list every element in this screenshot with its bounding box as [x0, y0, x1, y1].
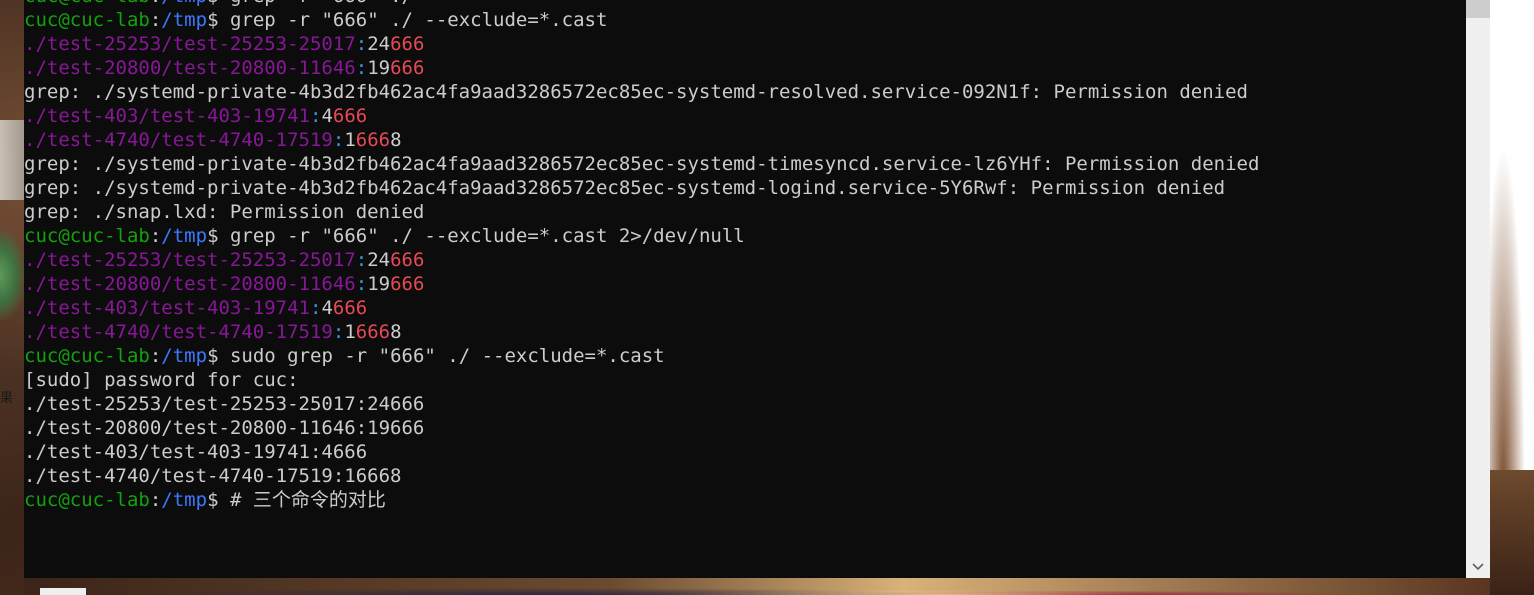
terminal-text-plain: $ sudo grep -r "666" ./ --exclude=*.cast	[207, 345, 665, 367]
terminal-output: cuc@cuc-lab:/tmp$ grep -r "666" ./cuc@cu…	[24, 0, 1464, 512]
terminal-text-path: /tmp	[161, 345, 208, 367]
terminal-text-path: /tmp	[161, 489, 208, 511]
terminal-text-match: 666	[390, 249, 425, 271]
terminal-text-sep: :	[332, 321, 345, 343]
terminal-line: grep: ./systemd-private-4b3d2fb462ac4fa9…	[24, 80, 1464, 104]
wallpaper-right-lower	[1490, 470, 1534, 595]
terminal-text-file: ./test-25253/test-25253-25017	[24, 33, 356, 55]
terminal-text-plain: $ grep -r "666" ./ --exclude=*.cast 2>/d…	[207, 225, 745, 247]
terminal-text-sep: :	[332, 129, 345, 151]
terminal-text-file: ./test-20800/test-20800-11646	[24, 273, 356, 295]
terminal-line: grep: ./snap.lxd: Permission denied	[24, 200, 1464, 224]
terminal-text-plain: ./test-20800/test-20800-11646:19666	[24, 417, 425, 439]
terminal-line: ./test-20800/test-20800-11646:19666	[24, 56, 1464, 80]
wallpaper-bottom	[24, 578, 1490, 595]
terminal-line: grep: ./systemd-private-4b3d2fb462ac4fa9…	[24, 176, 1464, 200]
terminal-text-file: ./test-4740/test-4740-17519	[24, 129, 333, 151]
terminal-line: ./test-20800/test-20800-11646:19666	[24, 272, 1464, 296]
terminal-text-plain: :	[149, 225, 162, 247]
terminal-text-plain: grep: ./snap.lxd: Permission denied	[24, 201, 425, 223]
terminal-text-plain: 19	[367, 57, 391, 79]
terminal-text-plain: 24	[367, 33, 391, 55]
terminal-text-plain: 8	[390, 321, 402, 343]
terminal-line: grep: ./systemd-private-4b3d2fb462ac4fa9…	[24, 152, 1464, 176]
terminal-text-match: 666	[355, 321, 391, 343]
terminal-line: ./test-25253/test-25253-25017:24666	[24, 32, 1464, 56]
terminal-text-sep: :	[309, 105, 322, 127]
terminal-line: [sudo] password for cuc:	[24, 368, 1464, 392]
terminal-text-plain: :	[150, 0, 161, 7]
terminal-line: ./test-4740/test-4740-17519:16668	[24, 464, 1464, 488]
terminal-text-plain: $ grep -r "666" ./	[207, 0, 413, 7]
terminal-line: cuc@cuc-lab:/tmp$ grep -r "666" ./ --exc…	[24, 224, 1464, 248]
terminal-line: ./test-403/test-403-19741:4666	[24, 440, 1464, 464]
terminal-text-match: 666	[332, 297, 368, 319]
terminal-text-plain: ./test-25253/test-25253-25017:24666	[24, 393, 425, 415]
wallpaper-glyph: 果	[0, 391, 14, 406]
terminal-text-match: 666	[390, 57, 425, 79]
scrollbar-thumb[interactable]	[1466, 0, 1490, 18]
terminal-text-plain: ./test-403/test-403-19741:4666	[24, 441, 368, 463]
terminal-text-plain: :	[149, 489, 162, 511]
terminal-text-plain: 4	[321, 105, 333, 127]
terminal-line: ./test-25253/test-25253-25017:24666	[24, 392, 1464, 416]
vertical-scrollbar[interactable]	[1466, 0, 1490, 578]
terminal-text-plain: 8	[390, 129, 402, 151]
terminal-text-match: 666	[390, 33, 425, 55]
terminal-window[interactable]: cuc@cuc-lab:/tmp$ grep -r "666" ./cuc@cu…	[24, 0, 1466, 578]
terminal-text-user: cuc@cuc-lab	[24, 0, 150, 7]
terminal-text-sep: :	[355, 33, 368, 55]
terminal-text-user: cuc@cuc-lab	[24, 225, 150, 247]
terminal-text-user: cuc@cuc-lab	[24, 345, 150, 367]
terminal-text-file: ./test-403/test-403-19741	[24, 297, 310, 319]
terminal-text-plain: grep: ./systemd-private-4b3d2fb462ac4fa9…	[24, 81, 1248, 103]
terminal-text-sep: :	[355, 273, 368, 295]
terminal-text-plain: 4	[321, 297, 333, 319]
terminal-text-file: ./test-20800/test-20800-11646	[24, 57, 356, 79]
terminal-text-plain: 1	[344, 321, 356, 343]
terminal-text-user: cuc@cuc-lab	[24, 489, 150, 511]
terminal-text-plain: $ grep -r "666" ./ --exclude=*.cast	[207, 9, 608, 31]
terminal-text-plain: 1	[344, 129, 356, 151]
terminal-text-plain: [sudo] password for cuc:	[24, 369, 299, 391]
terminal-text-plain: :	[149, 9, 162, 31]
terminal-text-match: 666	[332, 105, 368, 127]
terminal-text-plain: 24	[367, 249, 391, 271]
terminal-text-plain: grep: ./systemd-private-4b3d2fb462ac4fa9…	[24, 177, 1226, 199]
wallpaper-tile	[40, 588, 86, 595]
terminal-text-path: /tmp	[161, 0, 207, 7]
terminal-text-sep: :	[309, 297, 322, 319]
terminal-text-file: ./test-25253/test-25253-25017	[24, 249, 356, 271]
terminal-text-path: /tmp	[161, 9, 208, 31]
terminal-line: cuc@cuc-lab:/tmp$ # 三个命令的对比	[24, 488, 1464, 512]
terminal-text-plain: :	[149, 345, 162, 367]
terminal-text-plain: 19	[367, 273, 391, 295]
terminal-text-plain: $ # 三个命令的对比	[207, 489, 386, 511]
terminal-text-match: 666	[355, 129, 391, 151]
wallpaper-leaf	[0, 230, 26, 320]
terminal-text-plain: ./test-4740/test-4740-17519:16668	[24, 465, 402, 487]
scroll-down-button[interactable]	[1466, 556, 1490, 578]
terminal-text-sep: :	[355, 57, 368, 79]
terminal-text-user: cuc@cuc-lab	[24, 9, 150, 31]
wallpaper-plate	[0, 120, 26, 200]
chevron-down-icon	[1472, 563, 1484, 571]
terminal-text-file: ./test-4740/test-4740-17519	[24, 321, 333, 343]
terminal-line: cuc@cuc-lab:/tmp$ sudo grep -r "666" ./ …	[24, 344, 1464, 368]
terminal-line: cuc@cuc-lab:/tmp$ grep -r "666" ./	[24, 0, 1464, 8]
terminal-text-match: 666	[390, 273, 425, 295]
terminal-line: ./test-403/test-403-19741:4666	[24, 296, 1464, 320]
terminal-line: ./test-4740/test-4740-17519:16668	[24, 128, 1464, 152]
terminal-line: ./test-403/test-403-19741:4666	[24, 104, 1464, 128]
terminal-line: ./test-25253/test-25253-25017:24666	[24, 248, 1464, 272]
terminal-text-file: ./test-403/test-403-19741	[24, 105, 310, 127]
terminal-text-plain: grep: ./systemd-private-4b3d2fb462ac4fa9…	[24, 153, 1260, 175]
terminal-line: ./test-20800/test-20800-11646:19666	[24, 416, 1464, 440]
terminal-text-path: /tmp	[161, 225, 208, 247]
terminal-line: cuc@cuc-lab:/tmp$ grep -r "666" ./ --exc…	[24, 8, 1464, 32]
terminal-text-sep: :	[355, 249, 368, 271]
terminal-line: ./test-4740/test-4740-17519:16668	[24, 320, 1464, 344]
